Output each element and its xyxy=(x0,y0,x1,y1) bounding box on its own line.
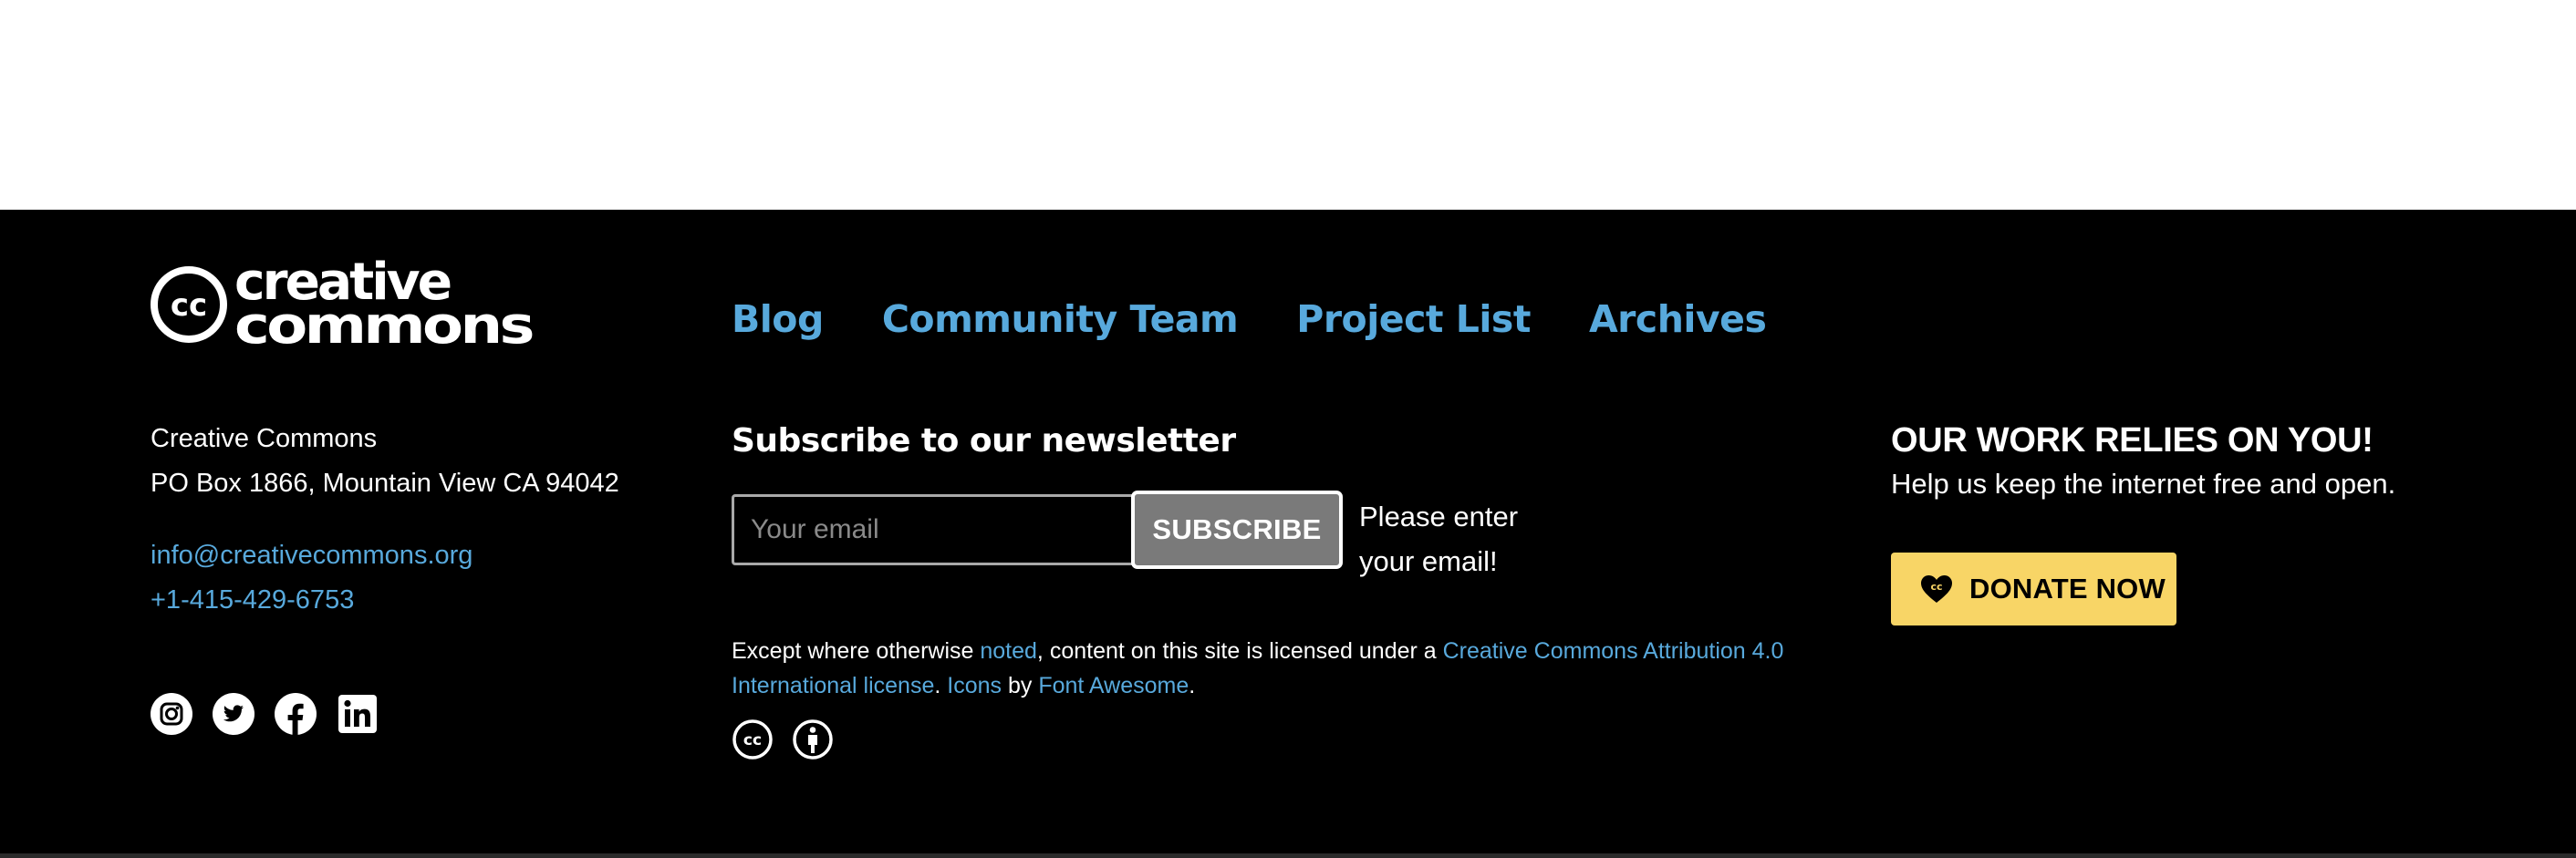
footer-nav: Blog Community Team Project List Archive… xyxy=(732,292,1767,346)
subscribe-button[interactable]: SUBSCRIBE xyxy=(1131,491,1343,569)
license-text-1: Except where otherwise xyxy=(732,638,981,664)
license-icons: cc xyxy=(732,718,834,760)
nav-link-project-list[interactable]: Project List xyxy=(1296,297,1531,341)
donate-subheading: Help us keep the internet free and open. xyxy=(1891,468,2396,500)
attribution-icon xyxy=(793,719,833,760)
donate-heading: OUR WORK RELIES ON YOU! xyxy=(1891,421,2373,460)
social-links xyxy=(151,693,379,735)
page-content-area xyxy=(0,0,2576,210)
address-org: Creative Commons xyxy=(151,424,378,453)
email-validation-message: Please enter your email! xyxy=(1359,501,1519,577)
newsletter-title: Subscribe to our newsletter xyxy=(732,422,1236,460)
site-footer: cc creative commons Blog Community Team … xyxy=(0,210,2576,853)
email-link[interactable]: info@creativecommons.org xyxy=(151,533,473,578)
donate-button[interactable]: cc DONATE NOW xyxy=(1891,553,2176,625)
instagram-icon[interactable] xyxy=(151,693,192,735)
donate-button-label: DONATE NOW xyxy=(1969,573,2166,605)
twitter-icon[interactable] xyxy=(213,693,254,735)
license-text-5: . xyxy=(1189,673,1196,698)
bottom-edge xyxy=(0,853,2576,858)
font-awesome-link[interactable]: Font Awesome xyxy=(1038,673,1189,698)
license-notice: Except where otherwise noted, content on… xyxy=(732,634,1799,703)
email-input[interactable] xyxy=(732,494,1135,565)
contact-info: info@creativecommons.org +1-415-429-6753 xyxy=(151,533,473,623)
noted-link[interactable]: noted xyxy=(980,638,1037,664)
logo-badge: cc xyxy=(171,287,207,324)
cc-icon: cc xyxy=(732,719,773,760)
phone-link[interactable]: +1-415-429-6753 xyxy=(151,578,473,623)
nav-link-community-team[interactable]: Community Team xyxy=(882,297,1239,341)
nav-link-blog[interactable]: Blog xyxy=(732,297,824,341)
svg-text:cc: cc xyxy=(743,731,762,749)
address-street: PO Box 1866, Mountain View CA 94042 xyxy=(151,469,619,498)
svg-text:cc: cc xyxy=(1930,581,1942,593)
linkedin-icon[interactable] xyxy=(337,693,379,735)
icons-link[interactable]: Icons xyxy=(947,673,1002,698)
postal-address: Creative Commons PO Box 1866, Mountain V… xyxy=(151,417,619,506)
license-text-2: , content on this site is licensed under… xyxy=(1036,638,1443,664)
license-text-4: by xyxy=(1002,673,1039,698)
logo-line-2: commons xyxy=(234,296,533,348)
facebook-icon[interactable] xyxy=(275,693,317,735)
creative-commons-logo[interactable]: cc creative commons xyxy=(151,257,534,348)
nav-link-archives[interactable]: Archives xyxy=(1589,297,1767,341)
license-text-3: . xyxy=(934,673,948,698)
heart-cc-icon: cc xyxy=(1921,575,1952,603)
